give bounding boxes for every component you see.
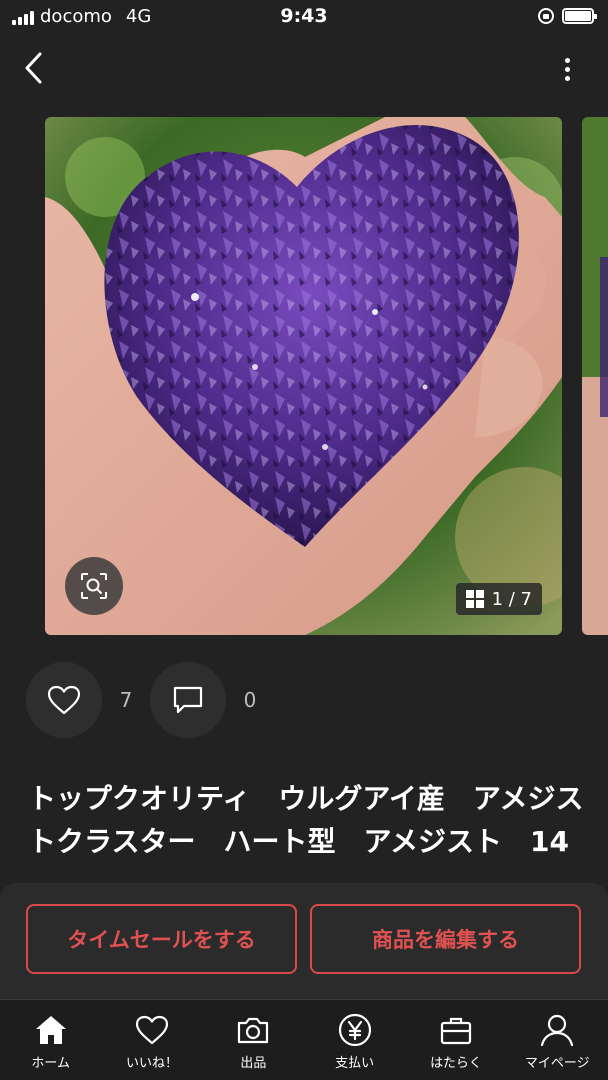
image-search-icon xyxy=(81,573,107,599)
comment-button[interactable] xyxy=(150,662,226,738)
image-counter: 1 / 7 xyxy=(491,588,532,610)
like-count: 7 xyxy=(119,688,133,712)
tab-bar: ホーム いいね！ 出品 支払い はたらく マイページ xyxy=(0,999,608,1080)
tab-home-label: ホーム xyxy=(31,1056,70,1071)
tab-payment-label: 支払い xyxy=(335,1056,375,1071)
edit-product-button[interactable]: 商品を編集する xyxy=(310,904,581,974)
more-options-button[interactable] xyxy=(550,52,584,86)
seller-action-sheet: タイムセールをする 商品を編集する xyxy=(0,883,608,999)
comment-icon xyxy=(173,686,203,714)
comment-count: 0 xyxy=(243,688,257,712)
tab-work-label: はたらく xyxy=(430,1056,482,1071)
tab-listing[interactable]: 出品 xyxy=(203,1000,304,1080)
status-time: 9:43 xyxy=(280,5,328,27)
heart-outline-icon xyxy=(47,685,81,715)
briefcase-icon xyxy=(440,1017,472,1045)
heart-icon xyxy=(135,1015,169,1045)
tab-mypage-label: マイページ xyxy=(524,1056,590,1071)
product-title: トップクオリティ ウルグアイ産 アメジストクラスター ハート型 アメジスト 14 xyxy=(28,782,584,858)
back-button[interactable] xyxy=(14,48,54,88)
product-photo[interactable]: 1 / 7 xyxy=(45,117,562,635)
image-carousel[interactable]: 1 / 7 xyxy=(0,117,608,635)
battery-icon xyxy=(562,8,597,24)
status-bar: docomo 4G 9:43 xyxy=(0,0,608,34)
status-right xyxy=(538,8,597,24)
home-icon xyxy=(35,1016,66,1044)
image-search-button[interactable] xyxy=(65,557,123,615)
grid-icon xyxy=(465,590,484,608)
tab-work[interactable]: はたらく xyxy=(405,1000,506,1080)
time-sale-button[interactable]: タイムセールをする xyxy=(26,904,297,974)
rotation-lock-icon xyxy=(538,8,554,24)
tab-home[interactable]: ホーム xyxy=(0,1000,101,1080)
next-photo-peek[interactable] xyxy=(582,117,608,635)
person-icon xyxy=(541,1014,574,1047)
vertical-ellipsis-icon xyxy=(564,57,570,63)
next-photo-thumbnail xyxy=(582,117,608,635)
engagement-actions: 7 0 xyxy=(26,662,274,738)
tab-likes[interactable]: いいね！ xyxy=(101,1000,202,1080)
like-button[interactable] xyxy=(26,662,102,738)
tab-likes-label: いいね！ xyxy=(125,1056,178,1071)
tab-payment[interactable]: 支払い xyxy=(304,1000,405,1080)
chevron-left-icon xyxy=(25,52,42,84)
tab-mypage[interactable]: マイページ xyxy=(507,1000,608,1080)
camera-icon xyxy=(238,1017,269,1044)
image-counter-badge[interactable]: 1 / 7 xyxy=(455,583,542,615)
amethyst-heart-photo xyxy=(45,117,562,635)
tab-listing-label: 出品 xyxy=(240,1056,267,1071)
yen-icon xyxy=(338,1013,371,1047)
